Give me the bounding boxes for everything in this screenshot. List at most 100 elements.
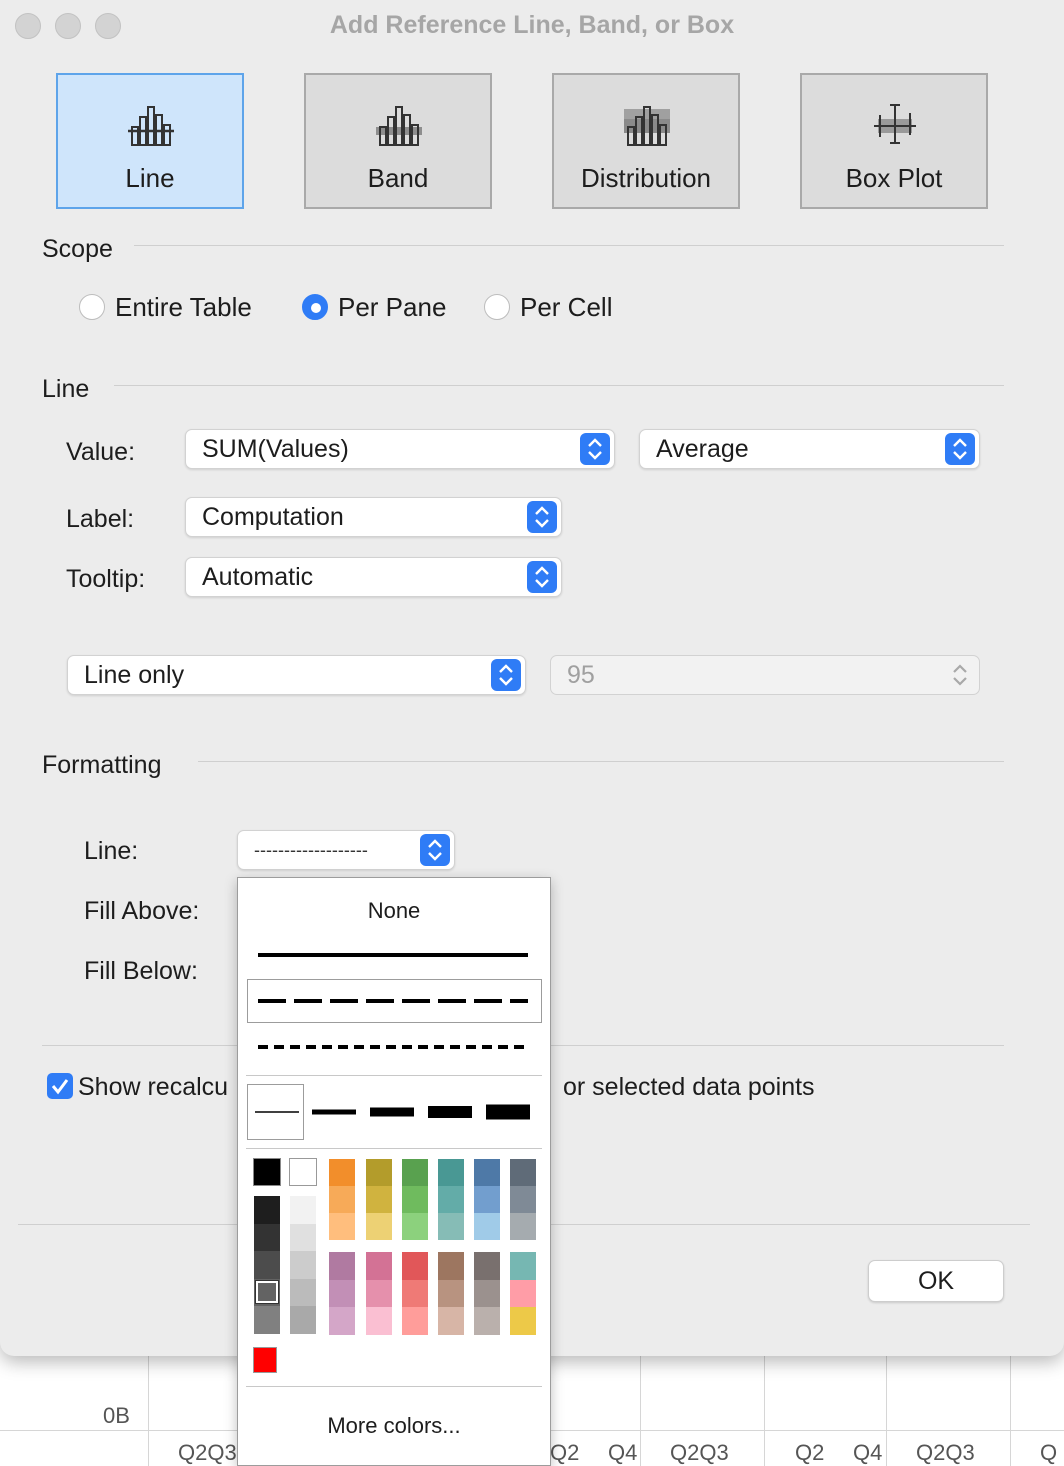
color-swatch[interactable] bbox=[474, 1279, 500, 1308]
color-swatch[interactable] bbox=[438, 1307, 464, 1335]
label-select[interactable]: Computation bbox=[185, 497, 562, 537]
color-swatch[interactable] bbox=[510, 1213, 536, 1240]
color-swatch[interactable] bbox=[366, 1186, 392, 1213]
fill-above-label: Fill Above: bbox=[84, 897, 200, 925]
color-swatch[interactable] bbox=[474, 1213, 500, 1240]
color-swatch[interactable] bbox=[366, 1279, 392, 1308]
color-swatch[interactable] bbox=[510, 1186, 536, 1213]
color-swatch[interactable] bbox=[510, 1307, 536, 1335]
grid-line bbox=[1010, 1350, 1011, 1466]
type-box-plot-button[interactable]: Box Plot bbox=[800, 73, 988, 209]
color-swatch[interactable] bbox=[438, 1213, 464, 1240]
color-swatch[interactable] bbox=[329, 1252, 355, 1280]
selected-color-swatch[interactable] bbox=[255, 1280, 279, 1304]
recalculate-checkbox[interactable] bbox=[47, 1073, 73, 1099]
value-label: Value: bbox=[66, 438, 136, 466]
dashed-line-option[interactable] bbox=[258, 994, 528, 1008]
color-swatch[interactable] bbox=[402, 1252, 428, 1280]
color-swatch[interactable] bbox=[474, 1159, 500, 1186]
width-thickest-option[interactable] bbox=[486, 1104, 530, 1120]
width-thicker-option[interactable] bbox=[428, 1104, 472, 1120]
scope-entire-table-radio[interactable]: Entire Table bbox=[79, 292, 252, 322]
color-swatch[interactable] bbox=[474, 1307, 500, 1335]
type-distribution-button[interactable]: Distribution bbox=[552, 73, 740, 209]
select-value: 95 bbox=[567, 661, 595, 689]
color-swatch[interactable] bbox=[474, 1186, 500, 1213]
quarter-label: Q4 bbox=[608, 1440, 638, 1465]
type-line-button[interactable]: Line bbox=[56, 73, 244, 209]
color-swatch[interactable] bbox=[402, 1159, 428, 1186]
aggregation-select[interactable]: Average bbox=[639, 429, 980, 469]
color-swatch[interactable] bbox=[329, 1307, 355, 1335]
solid-line-option[interactable] bbox=[258, 948, 528, 962]
recent-color-swatch[interactable] bbox=[253, 1347, 277, 1373]
color-swatch[interactable] bbox=[289, 1158, 317, 1186]
color-swatch[interactable] bbox=[253, 1158, 281, 1186]
ok-button[interactable]: OK bbox=[868, 1260, 1004, 1302]
line-format-label: Line: bbox=[84, 837, 139, 865]
section-divider bbox=[134, 245, 1004, 246]
scope-per-cell-radio[interactable]: Per Cell bbox=[484, 292, 612, 322]
color-swatch[interactable] bbox=[402, 1279, 428, 1308]
more-colors-link[interactable]: More colors... bbox=[238, 1413, 550, 1439]
color-swatch[interactable] bbox=[402, 1307, 428, 1335]
quarter-label: Q2Q3 bbox=[178, 1440, 237, 1465]
select-arrows-icon bbox=[527, 501, 557, 533]
color-swatch[interactable] bbox=[329, 1186, 355, 1213]
select-value: Automatic bbox=[202, 563, 314, 591]
dotted-line-option[interactable] bbox=[258, 1040, 528, 1054]
color-swatch[interactable] bbox=[254, 1223, 280, 1252]
color-swatch[interactable] bbox=[290, 1306, 316, 1334]
confidence-value-select[interactable]: 95 bbox=[550, 655, 980, 695]
color-swatch[interactable] bbox=[402, 1186, 428, 1213]
line-format-popup: None More colors... bbox=[237, 877, 551, 1466]
confidence-mode-select[interactable]: Line only bbox=[67, 655, 526, 695]
quarter-label: Q2Q3 bbox=[916, 1440, 975, 1465]
select-value: Computation bbox=[202, 503, 344, 531]
grid-line bbox=[640, 1350, 641, 1466]
scope-per-pane-radio[interactable]: Per Pane bbox=[302, 292, 446, 322]
color-swatch[interactable] bbox=[290, 1196, 316, 1224]
color-swatch[interactable] bbox=[438, 1159, 464, 1186]
width-medium-option[interactable] bbox=[312, 1104, 356, 1120]
color-swatch[interactable] bbox=[366, 1159, 392, 1186]
color-swatch[interactable] bbox=[329, 1159, 355, 1186]
line-style-select[interactable]: ------------------- bbox=[237, 830, 455, 870]
type-label: Box Plot bbox=[845, 163, 943, 193]
quarter-label: Q4 bbox=[853, 1440, 883, 1465]
color-swatch[interactable] bbox=[510, 1252, 536, 1280]
type-band-button[interactable]: Band bbox=[304, 73, 492, 209]
color-swatch[interactable] bbox=[254, 1196, 280, 1224]
color-swatch[interactable] bbox=[290, 1251, 316, 1279]
width-thick-option[interactable] bbox=[370, 1104, 414, 1120]
color-swatch[interactable] bbox=[366, 1252, 392, 1280]
color-swatch[interactable] bbox=[438, 1186, 464, 1213]
scope-header: Scope bbox=[42, 235, 113, 263]
color-swatch[interactable] bbox=[510, 1159, 536, 1186]
color-swatch[interactable] bbox=[438, 1279, 464, 1308]
color-swatch[interactable] bbox=[254, 1306, 280, 1334]
label-label: Label: bbox=[66, 505, 135, 533]
radio-circle bbox=[484, 294, 510, 320]
tooltip-select[interactable]: Automatic bbox=[185, 557, 562, 597]
color-swatch[interactable] bbox=[366, 1307, 392, 1335]
color-swatch[interactable] bbox=[510, 1279, 536, 1308]
title-bar: Add Reference Line, Band, or Box bbox=[0, 0, 1064, 52]
popup-separator bbox=[246, 1148, 542, 1149]
color-swatch[interactable] bbox=[329, 1279, 355, 1308]
color-swatch[interactable] bbox=[474, 1252, 500, 1280]
color-swatch[interactable] bbox=[438, 1252, 464, 1280]
section-divider bbox=[198, 761, 1004, 762]
type-label: Distribution bbox=[580, 163, 712, 193]
color-swatch[interactable] bbox=[290, 1278, 316, 1307]
width-thin-option[interactable] bbox=[255, 1104, 299, 1120]
color-swatch[interactable] bbox=[366, 1213, 392, 1240]
value-field-select[interactable]: SUM(Values) bbox=[185, 429, 615, 469]
color-swatch[interactable] bbox=[290, 1223, 316, 1252]
select-value: SUM(Values) bbox=[202, 435, 349, 463]
color-swatch[interactable] bbox=[329, 1213, 355, 1240]
color-swatch[interactable] bbox=[402, 1213, 428, 1240]
axis-zero-label: 0B bbox=[103, 1403, 130, 1428]
line-none-option[interactable]: None bbox=[238, 898, 550, 924]
color-swatch[interactable] bbox=[254, 1251, 280, 1279]
